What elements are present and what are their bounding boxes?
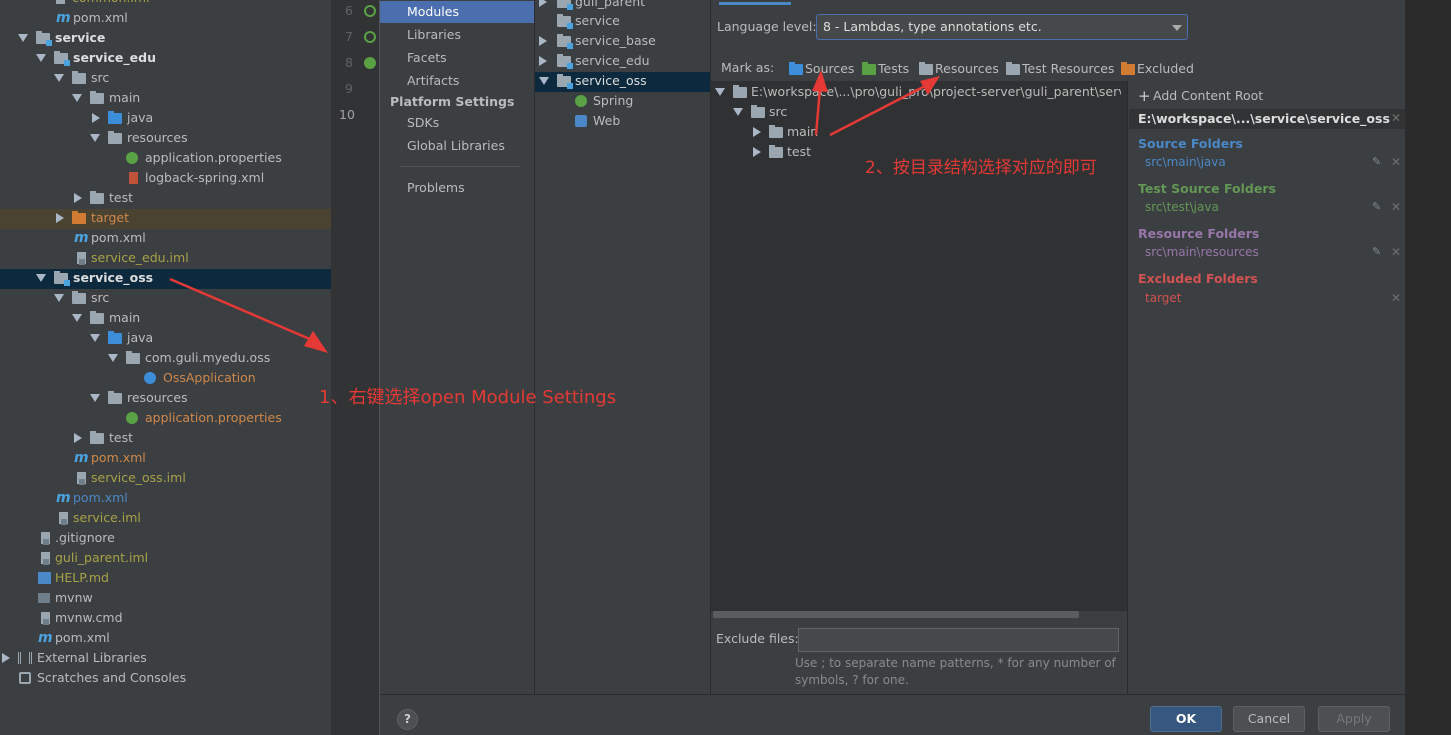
arrow-2b: [829, 84, 926, 137]
annotation-arrows: [169, 70, 940, 353]
arrow-1-head: [304, 331, 328, 353]
arrow-2a-head: [812, 70, 828, 92]
annotation-note-2: 2、按目录结构选择对应的即可: [865, 158, 1097, 178]
arrow-1: [169, 277, 313, 342]
ide-window: common.iml mpom.xml service service_edu …: [0, 0, 1451, 735]
arrow-2a: [814, 87, 822, 136]
arrow-2b-head: [920, 76, 940, 95]
annotation-note-1: 1、右键选择open Module Settings: [319, 387, 617, 408]
